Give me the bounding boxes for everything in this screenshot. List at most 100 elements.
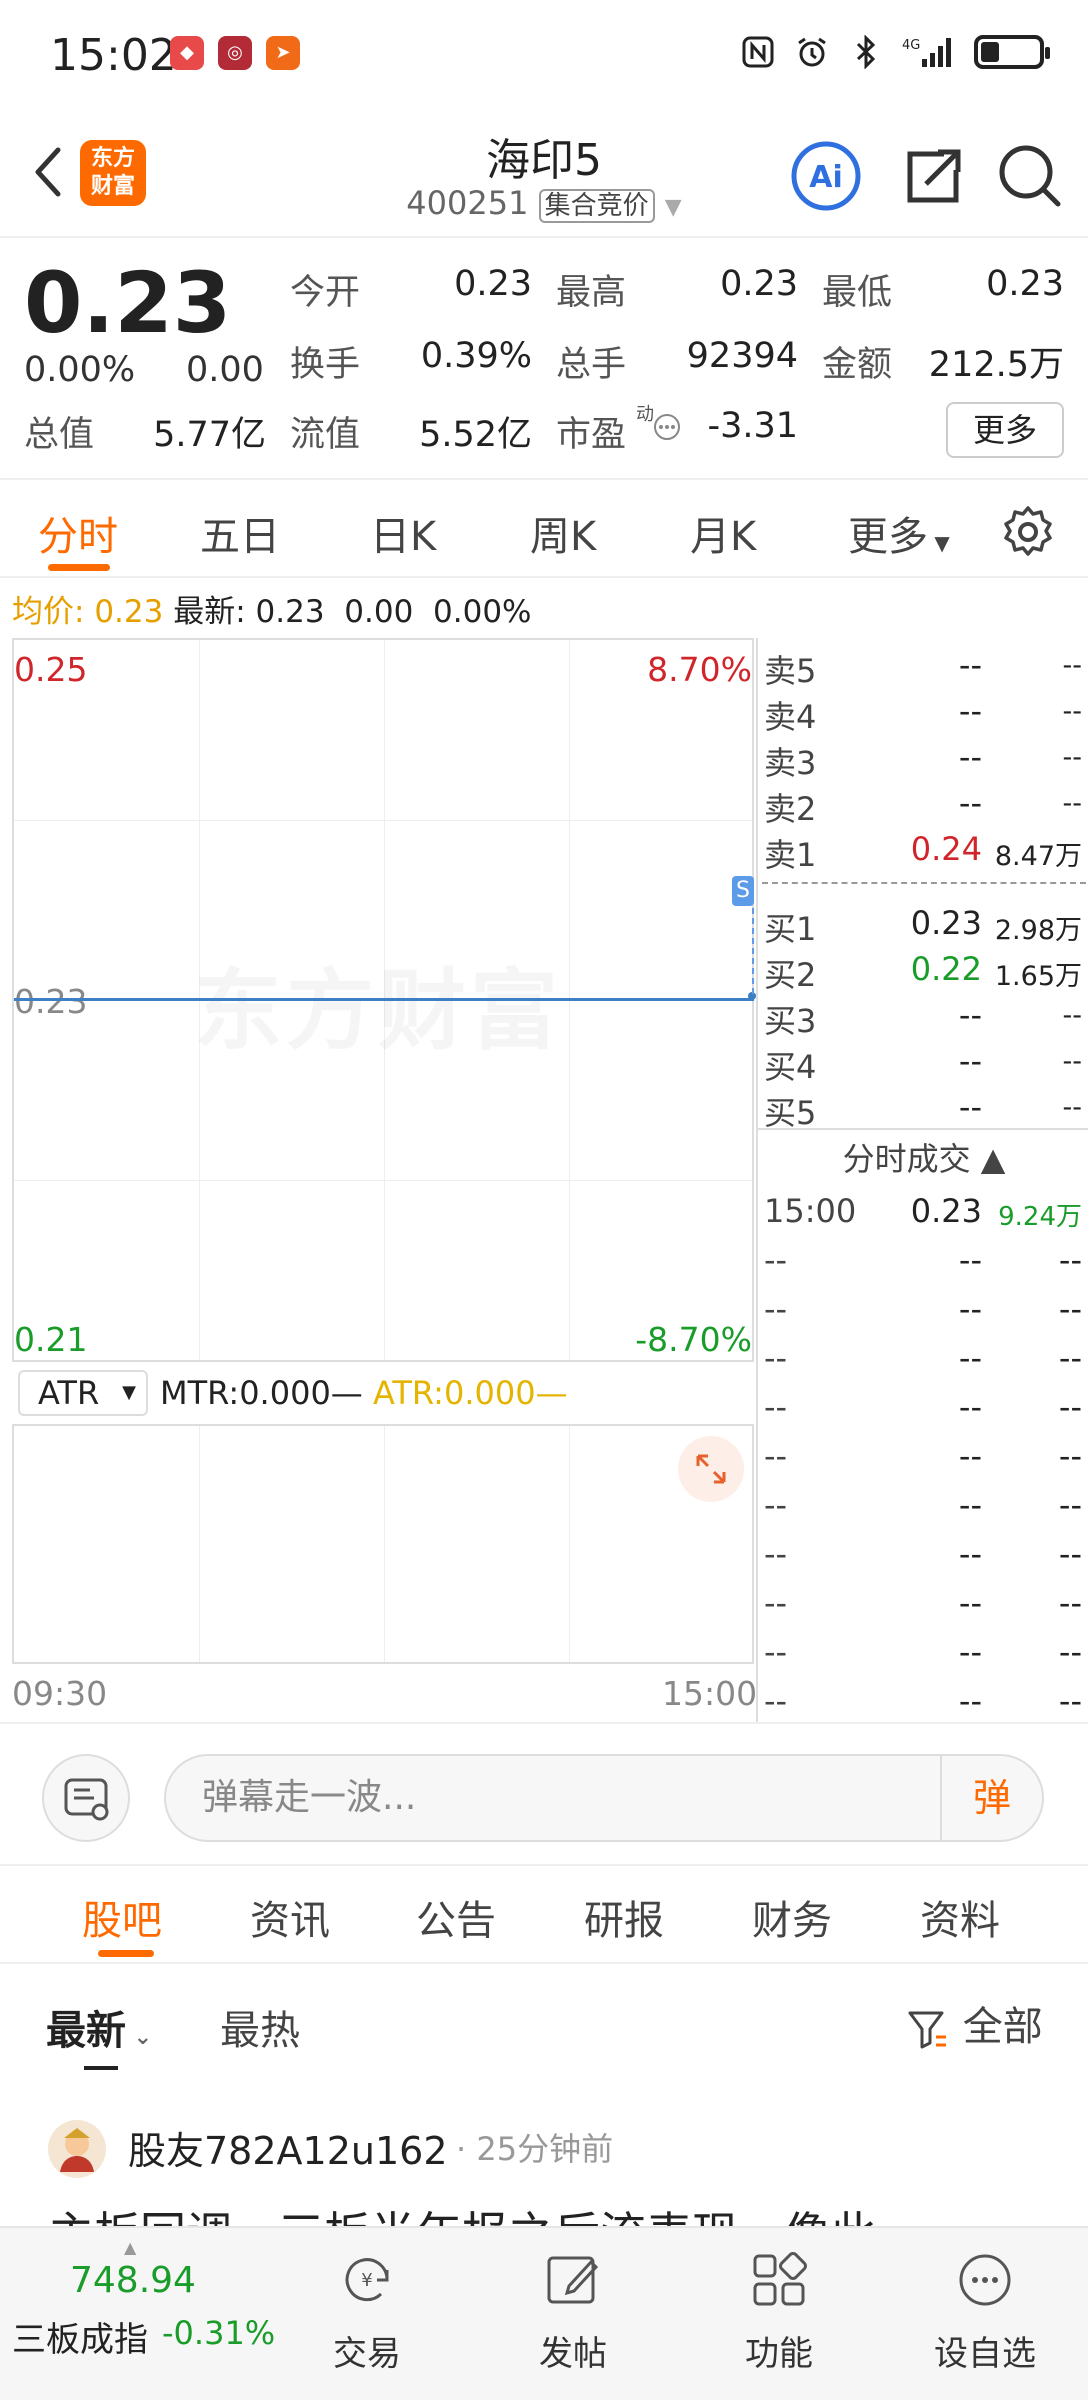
stat-label: 金额 xyxy=(822,345,893,385)
gear-icon[interactable] xyxy=(1000,504,1056,560)
index-name[interactable]: 三板成指 xyxy=(12,2312,148,2361)
tab-more[interactable]: 更多 ▼ xyxy=(848,504,950,562)
huawei-app-icon: ◆ xyxy=(170,36,204,70)
x-axis-start: 09:30 xyxy=(12,1674,108,1713)
order-book-row: -- -- -- xyxy=(758,1629,1088,1675)
tab-research[interactable]: 研报 xyxy=(584,1888,664,1946)
grid-line xyxy=(14,820,752,821)
functions-button[interactable]: 功能 xyxy=(714,2248,844,2375)
danmaku-settings-icon[interactable] xyxy=(42,1754,130,1842)
tab-daily-k[interactable]: 日K xyxy=(370,504,436,562)
row-price: -- xyxy=(958,646,982,684)
tab-monthly-k[interactable]: 月K xyxy=(690,504,756,562)
tab-financials[interactable]: 财务 xyxy=(752,1888,832,1946)
marker-stem xyxy=(752,908,754,994)
stat-label: 总手 xyxy=(556,345,627,385)
grid-line xyxy=(14,1180,752,1181)
svg-text:4G: 4G xyxy=(902,38,920,53)
post-item[interactable]: 股友782A12u162 · 25分钟前 主板回调，三板半年报之后流表现，像此 xyxy=(0,2090,1088,2232)
order-book-row: 买2 0.22 1.65万 xyxy=(758,946,1088,994)
market-tag: 集合竞价 xyxy=(538,189,655,223)
tab-announcements[interactable]: 公告 xyxy=(416,1888,496,1946)
order-book-row: 买1 0.23 2.98万 xyxy=(758,900,1088,948)
more-stats-button[interactable]: 更多 xyxy=(946,402,1064,458)
bottom-bar: ▲ 748.94 三板成指 -0.31% ¥ 交易 发帖 功能 设自选 xyxy=(0,2226,1088,2400)
indicator-values: MTR:0.000— ATR:0.000— xyxy=(160,1374,568,1412)
grid-line xyxy=(384,1426,385,1662)
caret-down-icon: ▼ xyxy=(122,1382,136,1403)
trade-button[interactable]: ¥ 交易 xyxy=(302,2248,432,2375)
svg-text:¥: ¥ xyxy=(361,2270,372,2291)
share-icon[interactable] xyxy=(896,140,968,212)
row-volume: -- xyxy=(1058,1437,1082,1475)
filter-button[interactable]: 全部 xyxy=(906,1994,1043,2052)
row-label: 卖4 xyxy=(764,698,817,736)
row-volume: -- xyxy=(1058,1290,1082,1328)
more-info-icon[interactable] xyxy=(652,412,682,442)
post-time: · 25分钟前 xyxy=(456,2130,614,2168)
tab-news[interactable]: 资讯 xyxy=(250,1888,330,1946)
market-cap-value: 5.77亿 xyxy=(153,415,266,455)
y-axis-top-label: 0.25 xyxy=(14,650,88,689)
battery-icon xyxy=(974,35,1050,69)
caret-up-icon: ▲ xyxy=(124,2238,137,2257)
tab-weekly-k[interactable]: 周K xyxy=(530,504,596,562)
row-label: 买3 xyxy=(764,1002,817,1040)
filter-label: 全部 xyxy=(962,2004,1043,2050)
ai-assistant-icon[interactable]: Ai xyxy=(790,140,862,212)
trades-title[interactable]: 分时成交 ▲ xyxy=(758,1134,1088,1180)
indicator-select[interactable]: ATR ▼ xyxy=(18,1370,148,1416)
row-volume: -- xyxy=(1058,1241,1082,1279)
expand-icon[interactable] xyxy=(678,1436,744,1502)
avatar[interactable] xyxy=(48,2120,106,2178)
row-price: -- xyxy=(958,996,982,1034)
svg-text:Ai: Ai xyxy=(809,160,843,195)
stat-label: 换手 xyxy=(290,345,361,385)
row-label: -- xyxy=(764,1290,788,1328)
signal-marker[interactable]: S xyxy=(732,876,754,906)
post-button[interactable]: 发帖 xyxy=(508,2248,638,2375)
add-watchlist-button[interactable]: 设自选 xyxy=(920,2248,1050,2375)
danmaku-input[interactable]: 弹幕走一波... 弹 xyxy=(164,1754,1044,1842)
order-book-row: -- -- -- xyxy=(758,1384,1088,1430)
row-volume: 1.65万 xyxy=(994,961,1082,992)
sort-hot[interactable]: 最热 xyxy=(220,1998,300,2056)
row-label: -- xyxy=(764,1584,788,1622)
row-volume: -- xyxy=(1058,1682,1082,1720)
market-cap-label: 总值 xyxy=(24,415,95,455)
compose-icon xyxy=(547,2256,599,2304)
tab-profile[interactable]: 资料 xyxy=(920,1888,1000,1946)
tab-five-day[interactable]: 五日 xyxy=(200,504,280,562)
row-label: 卖2 xyxy=(764,790,817,828)
row-label: -- xyxy=(764,1486,788,1524)
stat-value: 0.39% xyxy=(420,336,532,376)
post-username[interactable]: 股友782A12u162 xyxy=(128,2120,448,2175)
messenger-app-icon: ➤ xyxy=(266,36,300,70)
row-label: 15:00 xyxy=(764,1192,857,1230)
tab-intraday[interactable]: 分时 xyxy=(38,504,118,562)
filter-icon xyxy=(908,2011,946,2049)
intraday-chart[interactable]: 东方财富 0.25 0.23 0.21 8.70% -8.70% S xyxy=(12,638,756,1362)
atr-value: ATR:0.000— xyxy=(372,1374,568,1412)
more-circle-icon xyxy=(959,2254,1011,2306)
nfc-icon xyxy=(740,34,776,70)
row-price: -- xyxy=(958,1088,982,1126)
tab-forum[interactable]: 股吧 xyxy=(82,1888,162,1946)
order-book-row: 卖5 -- -- xyxy=(758,642,1088,690)
sort-latest[interactable]: 最新 ⌄ xyxy=(46,1998,152,2056)
row-volume: -- xyxy=(1062,1092,1083,1123)
order-book-row: -- -- -- xyxy=(758,1286,1088,1332)
row-volume: -- xyxy=(1062,1000,1083,1031)
index-value[interactable]: 748.94 xyxy=(70,2260,196,2301)
order-book: 卖5 -- -- 卖4 -- -- 卖3 -- -- 卖2 -- -- 卖1 0.24 8.47万 买1 0.2… xyxy=(756,638,1088,1722)
avg-price-line: 均价: 0.23 最新: 0.23 0.00 0.00% xyxy=(12,586,532,631)
search-icon[interactable] xyxy=(994,140,1066,212)
row-volume: 8.47万 xyxy=(994,841,1082,872)
danmaku-send-button[interactable]: 弹 xyxy=(940,1756,1042,1840)
stat-label: 流值 xyxy=(290,415,361,455)
quote-panel: 0.23 0.00% 0.00 总值 5.77亿 今开 0.23 最高 0.23… xyxy=(0,240,1088,478)
trade-label: 交易 xyxy=(333,2334,401,2374)
row-price: -- xyxy=(958,1486,982,1524)
indicator-chart[interactable] xyxy=(12,1424,754,1664)
status-time: 15:02 xyxy=(50,30,177,81)
